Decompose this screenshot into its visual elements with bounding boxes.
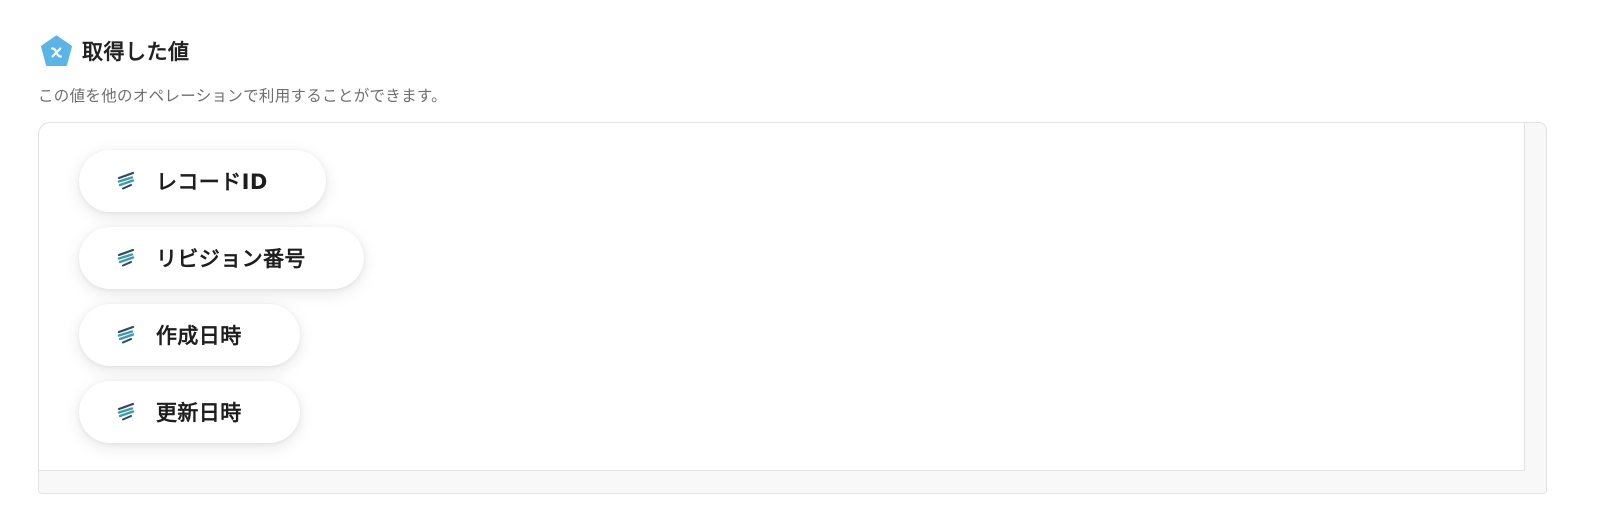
value-label: レコードID — [156, 170, 268, 194]
value-label: 作成日時 — [156, 324, 242, 348]
variable-x-icon — [41, 35, 72, 66]
values-panel-content[interactable]: レコードID リビジョン番号 作成日時 更新日時 — [39, 123, 1525, 471]
value-label: リビジョン番号 — [156, 247, 306, 271]
value-label: 更新日時 — [156, 401, 242, 425]
app-logo-icon — [117, 171, 135, 190]
app-logo-icon — [117, 248, 135, 267]
value-pill-updated-at[interactable]: 更新日時 — [79, 381, 300, 443]
section-header: 取得した値 — [40, 34, 190, 68]
value-pill-record-id[interactable]: レコードID — [79, 150, 326, 212]
values-panel: レコードID リビジョン番号 作成日時 更新日時 — [38, 122, 1547, 494]
value-pill-revision-number[interactable]: リビジョン番号 — [79, 227, 364, 289]
app-logo-icon — [117, 325, 135, 344]
page: 取得した値 この値を他のオペレーションで利用することができます。 レコードID — [0, 0, 1600, 530]
section-title: 取得した値 — [82, 40, 190, 64]
app-logo-icon — [117, 402, 135, 421]
value-list: レコードID リビジョン番号 作成日時 更新日時 — [79, 150, 364, 443]
value-pill-created-at[interactable]: 作成日時 — [79, 304, 300, 366]
section-description: この値を他のオペレーションで利用することができます。 — [38, 87, 447, 105]
